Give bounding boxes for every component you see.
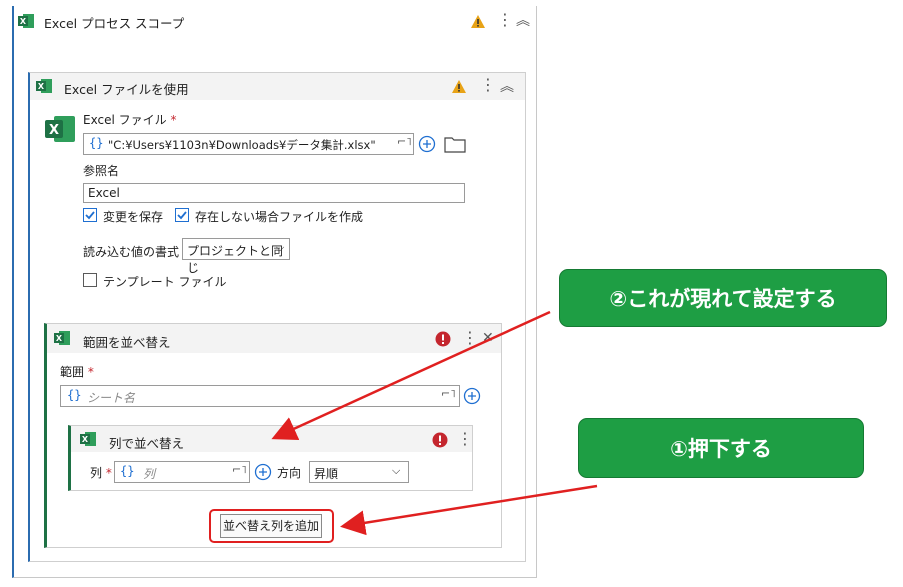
arrow-to-sort-column	[271, 310, 551, 441]
arrow-to-add-button	[340, 484, 598, 536]
callout-step-2: ②これが現れて設定する	[559, 269, 887, 327]
callout-step-1: ①押下する	[578, 418, 864, 478]
